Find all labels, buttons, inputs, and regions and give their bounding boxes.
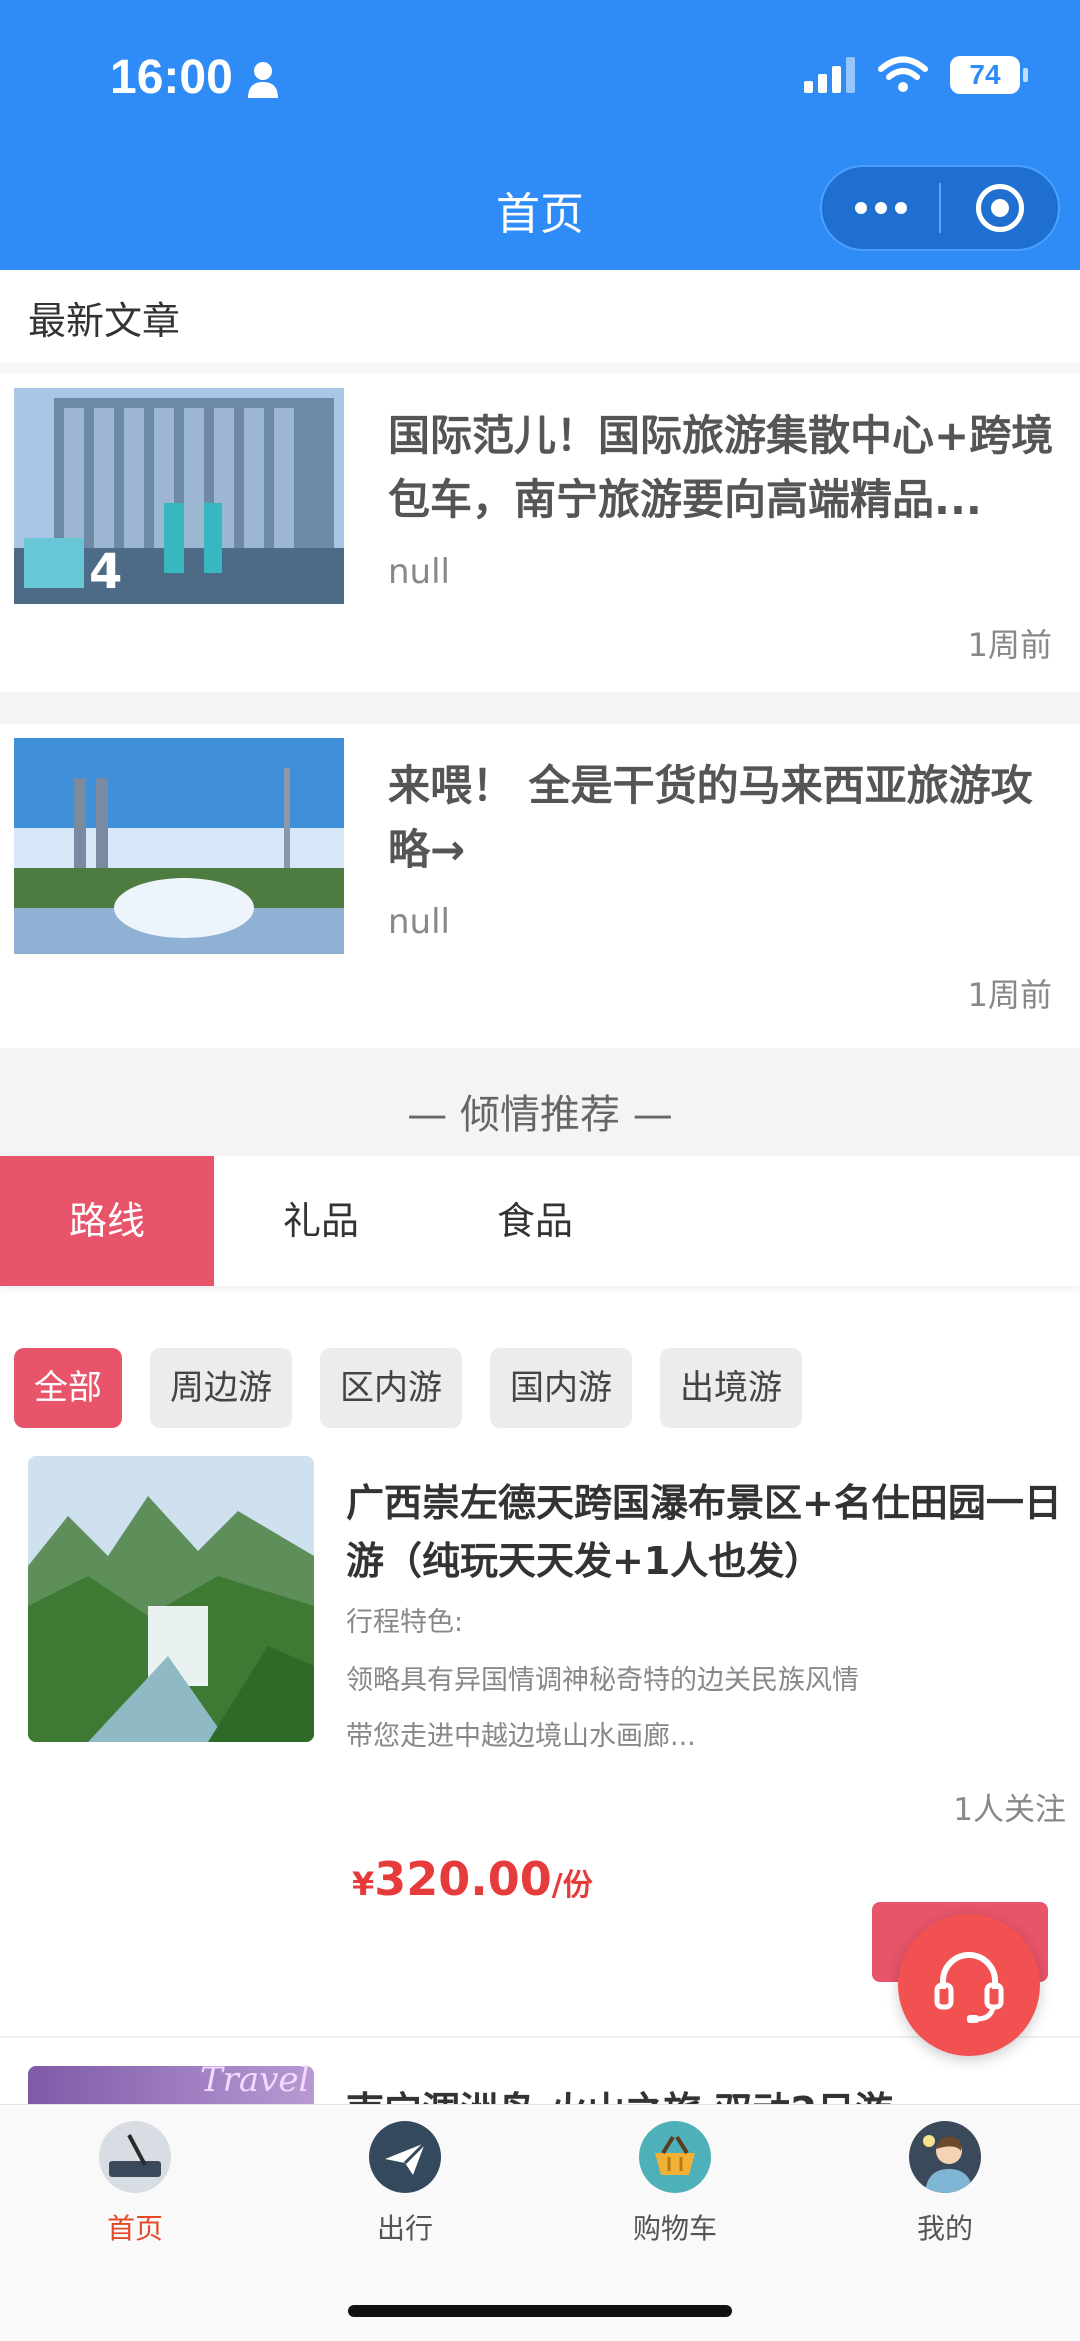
person-icon — [248, 62, 278, 98]
filter-all[interactable]: 全部 — [14, 1348, 122, 1428]
close-miniapp-button[interactable] — [941, 167, 1058, 249]
price-symbol: ¥ — [352, 1865, 375, 1903]
filter-in-region[interactable]: 区内游 — [320, 1348, 462, 1428]
price-unit: /份 — [551, 1868, 593, 1903]
tab-label: 购物车 — [632, 2212, 717, 2245]
article-summary: null — [388, 552, 450, 592]
article-time: 1周前 — [967, 626, 1052, 664]
article-title: 国际范儿！国际旅游集散中心+跨境包车，南宁旅游要向高端精品... — [388, 411, 1054, 524]
recommend-heading: — 倾情推荐 — — [0, 1048, 1080, 1156]
product-feature-label: 行程特色: — [346, 1607, 464, 1638]
filter-outbound[interactable]: 出境游 — [660, 1348, 802, 1428]
article-time: 1周前 — [967, 976, 1052, 1014]
product-feature-line: 带您走进中越边境山水画廊... — [346, 1721, 696, 1752]
product-price: ¥320.00/份 — [352, 1852, 593, 1906]
more-button[interactable] — [822, 167, 939, 249]
paper-plane-icon — [369, 2121, 441, 2193]
tab-home[interactable]: 首页 — [0, 2121, 270, 2247]
battery-icon: 74 — [950, 56, 1028, 94]
article-summary: null — [388, 902, 450, 942]
article-item[interactable]: 4 国际范儿！国际旅游集散中心+跨境包车，南宁旅游要向高端精品... null … — [0, 374, 1080, 692]
customer-service-button[interactable] — [898, 1914, 1040, 2056]
product-title: 广西崇左德天跨国瀑布景区+名仕田园一日游（纯玩天天发+1人也发） — [346, 1481, 1062, 1583]
header-bar: 16:00 74 首页 — [0, 0, 1080, 270]
more-icon — [854, 202, 907, 214]
status-time: 16:00 — [110, 51, 233, 104]
tab-label: 首页 — [106, 2212, 163, 2245]
filter-nearby[interactable]: 周边游 — [150, 1348, 292, 1428]
product-followers: 1人关注 — [953, 1792, 1066, 1828]
target-icon — [975, 184, 1024, 232]
category-tabs: 路线 礼品 食品 — [0, 1156, 1080, 1286]
avatar-icon — [909, 2121, 981, 2193]
article-thumbnail — [14, 738, 344, 954]
article-title: 来喂！ 全是干货的马来西亚旅游攻略→ — [388, 761, 1033, 874]
svg-text:4: 4 — [89, 544, 122, 600]
basket-icon — [639, 2121, 711, 2193]
tab-travel[interactable]: 出行 — [270, 2121, 540, 2247]
tab-label: 我的 — [916, 2212, 973, 2245]
tab-route[interactable]: 路线 — [0, 1156, 214, 1286]
tab-mine[interactable]: 我的 — [810, 2121, 1080, 2247]
filter-domestic[interactable]: 国内游 — [490, 1348, 632, 1428]
home-icon — [99, 2121, 171, 2193]
article-thumbnail: 4 — [14, 388, 344, 604]
product-feature-line: 领略具有异国情调神秘奇特的边关民族风情 — [346, 1665, 859, 1696]
filter-chips: 全部 周边游 区内游 国内游 出境游 — [14, 1348, 802, 1428]
headset-icon — [934, 1952, 1004, 2023]
miniapp-capsule — [820, 165, 1060, 251]
battery-level: 74 — [969, 59, 1001, 90]
article-item[interactable]: 来喂！ 全是干货的马来西亚旅游攻略→ null 1周前 — [0, 724, 1080, 1048]
price-value: 320.00 — [374, 1852, 552, 1906]
signal-icon — [804, 57, 855, 93]
wifi-icon — [878, 56, 928, 92]
tab-gift[interactable]: 礼品 — [214, 1156, 428, 1286]
product-image-text: Travel — [200, 2060, 310, 2100]
tab-food[interactable]: 食品 — [428, 1156, 642, 1286]
latest-articles-heading: 最新文章 — [28, 299, 181, 343]
tab-cart[interactable]: 购物车 — [540, 2121, 810, 2247]
tab-label: 出行 — [376, 2212, 433, 2245]
home-indicator — [348, 2305, 732, 2317]
status-indicators: 74 — [804, 56, 1028, 94]
product-image — [28, 1456, 314, 1742]
